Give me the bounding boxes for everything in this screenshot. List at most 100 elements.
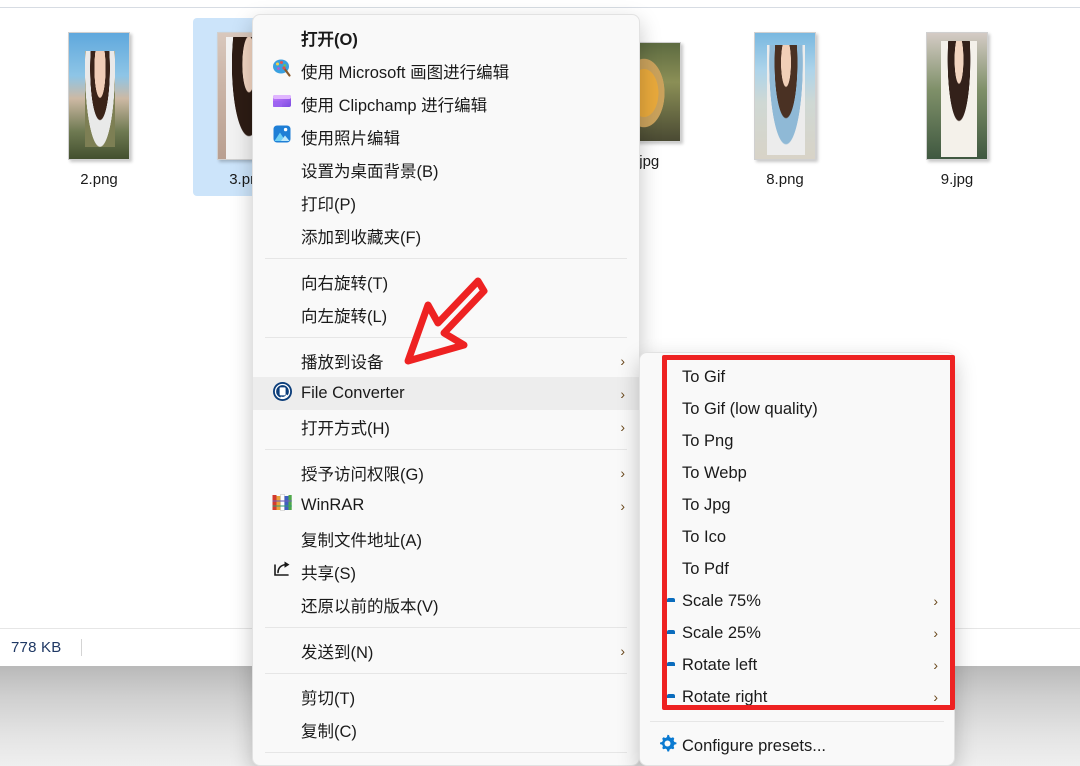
photos-icon <box>267 124 297 149</box>
file-tile-8png[interactable]: 8.png <box>730 18 840 196</box>
context-menu-item-label: 共享(S) <box>301 564 356 583</box>
menu-item-icon-slot <box>267 304 297 326</box>
context-menu-item[interactable]: 复制文件地址(A) <box>253 522 639 555</box>
paint-icon <box>267 58 297 83</box>
chevron-right-icon: › <box>620 418 625 435</box>
file-converter-icon <box>272 381 293 407</box>
menu-item-icon-slot <box>267 225 297 247</box>
menu-item-icon-slot <box>267 350 297 372</box>
context-menu-item[interactable]: 添加到收藏夹(F) <box>253 219 639 252</box>
file-name-label: 9.jpg <box>940 171 974 188</box>
menu-item-icon-slot <box>267 719 297 741</box>
submenu-item[interactable]: To Pdf <box>640 553 954 585</box>
submenu-item-label: Scale 75% <box>682 591 761 610</box>
submenu-item-label: To Png <box>682 431 734 450</box>
submenu-item-label: To Gif <box>682 367 726 386</box>
menu-item-icon-slot <box>267 640 297 662</box>
context-menu-item[interactable]: 设置为桌面背景(B) <box>253 153 639 186</box>
submenu-item-label: To Webp <box>682 463 747 482</box>
winrar-icon <box>272 494 292 517</box>
submenu-item[interactable]: To Ico <box>640 521 954 553</box>
share-icon <box>271 560 293 583</box>
menu-item-icon-slot <box>267 594 297 616</box>
context-menu-item[interactable]: 使用 Microsoft 画图进行编辑 <box>253 54 639 87</box>
context-menu[interactable]: 打开(O) 使用 Microsoft 画图进行编辑使用 Clipchamp 进行编… <box>252 14 640 766</box>
folder-icon <box>652 622 682 644</box>
context-menu-item-label: 添加到收藏夹(F) <box>301 228 422 247</box>
file-name-label: 8.png <box>766 171 804 188</box>
gear-icon <box>658 734 677 758</box>
menu-separator <box>265 627 627 628</box>
context-menu-item-label: 授予访问权限(G) <box>301 465 424 484</box>
paint-icon <box>272 58 292 83</box>
submenu-item[interactable]: Rotate left › <box>640 649 954 681</box>
context-menu-item-label: 使用 Clipchamp 进行编辑 <box>301 96 488 115</box>
context-menu-item[interactable]: 剪切(T) <box>253 680 639 713</box>
submenu-item[interactable]: To Png <box>640 425 954 457</box>
submenu-item-label: To Ico <box>682 527 727 546</box>
file-converter-submenu[interactable]: To Gif To Gif (low quality) To Png To Webp T… <box>639 352 955 766</box>
photos-icon <box>272 124 292 149</box>
file-tile-2png[interactable]: 2.png <box>44 18 154 196</box>
context-menu-item-label: 复制(C) <box>301 722 357 741</box>
menu-item-icon-slot <box>267 27 297 49</box>
context-menu-item[interactable]: 使用 Clipchamp 进行编辑 <box>253 87 639 120</box>
context-menu-item[interactable]: 向左旋转(L) <box>253 298 639 331</box>
context-menu-item[interactable]: 使用照片编辑 <box>253 120 639 153</box>
submenu-item-label: To Pdf <box>682 559 729 578</box>
context-menu-item[interactable]: 打开方式(H) › <box>253 410 639 443</box>
folder-icon <box>652 654 682 676</box>
submenu-item-label: Scale 25% <box>682 623 761 642</box>
context-menu-item[interactable]: 发送到(N) › <box>253 634 639 667</box>
context-menu-item[interactable]: 打开(O) <box>253 21 639 54</box>
clipchamp-icon <box>272 91 292 116</box>
submenu-item[interactable]: Rotate right › <box>640 681 954 713</box>
context-menu-item[interactable]: 播放到设备 › <box>253 344 639 377</box>
context-menu-item[interactable]: 还原以前的版本(V) <box>253 588 639 621</box>
menu-item-icon-slot <box>267 416 297 438</box>
context-menu-item-label: 向右旋转(T) <box>301 274 389 293</box>
chevron-right-icon: › <box>620 385 625 402</box>
context-menu-item-label: 发送到(N) <box>301 643 374 662</box>
context-menu-item-label: 打开方式(H) <box>301 419 390 438</box>
context-menu-item-label: 复制文件地址(A) <box>301 531 422 550</box>
context-menu-item[interactable]: 打印(P) <box>253 186 639 219</box>
submenu-item[interactable]: To Gif (low quality) <box>640 393 954 425</box>
context-menu-item[interactable]: 共享(S) <box>253 555 639 588</box>
context-menu-item-label: 设置为桌面背景(B) <box>301 162 439 181</box>
context-menu-item[interactable]: 复制(C) <box>253 713 639 746</box>
file-tile-9jpg[interactable]: 9.jpg <box>902 18 1012 196</box>
submenu-item[interactable]: To Webp <box>640 457 954 489</box>
context-menu-item[interactable]: 创建快捷方式(S) <box>253 759 639 765</box>
file-thumbnail <box>926 32 988 160</box>
submenu-item-icon-slot <box>652 462 682 484</box>
context-menu-item-label: 使用照片编辑 <box>301 129 400 148</box>
submenu-item[interactable]: Scale 25% › <box>640 617 954 649</box>
status-size-text: 778 KB <box>11 639 62 656</box>
submenu-item-label: Rotate left <box>682 655 758 674</box>
submenu-item-label: To Jpg <box>682 495 731 514</box>
submenu-item-icon-slot <box>652 558 682 580</box>
submenu-item[interactable]: Configure presets... <box>640 730 954 762</box>
context-menu-item-label: 打印(P) <box>301 195 356 214</box>
submenu-item-label: To Gif (low quality) <box>682 399 818 418</box>
submenu-item[interactable]: Scale 75% › <box>640 585 954 617</box>
submenu-item[interactable]: To Gif <box>640 361 954 393</box>
menu-separator <box>265 752 627 753</box>
context-menu-item-label: 剪切(T) <box>301 689 356 708</box>
menu-separator <box>265 258 627 259</box>
context-menu-item[interactable]: 向右旋转(T) <box>253 265 639 298</box>
context-menu-item[interactable]: 授予访问权限(G) › <box>253 456 639 489</box>
menu-separator <box>265 337 627 338</box>
menu-item-icon-slot <box>267 686 297 708</box>
screen: 2.png 3.png 7.jpg 8.png 9.jpg 778 KB 打开(… <box>0 0 1080 766</box>
submenu-item[interactable]: To Jpg <box>640 489 954 521</box>
context-menu-item-label: File Converter <box>301 384 405 402</box>
menu-item-icon-slot <box>267 271 297 293</box>
menu-item-icon-slot <box>267 192 297 214</box>
context-menu-item[interactable]: WinRAR › <box>253 489 639 522</box>
status-divider <box>81 639 83 656</box>
context-menu-item[interactable]: File Converter › <box>253 377 639 410</box>
file-converter-icon <box>267 381 297 407</box>
chevron-right-icon: › <box>933 657 938 673</box>
